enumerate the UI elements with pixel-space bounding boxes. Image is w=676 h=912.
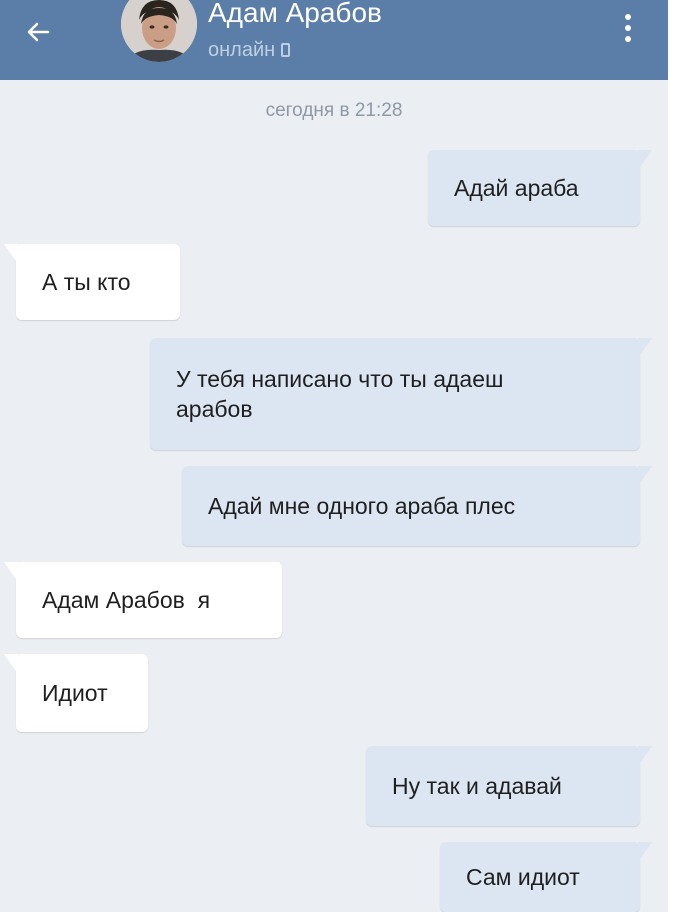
message-text: Адай мне одного араба плес [208,493,516,519]
message-text: Ну так и адавай [392,773,562,799]
more-vertical-icon [625,14,631,20]
message-text-line: У тебя написано что ты адаеш [176,366,504,392]
arrow-left-icon [27,22,50,42]
contact-name[interactable]: Адам Арабов [208,0,382,30]
message-text: У тебя написано что ты адаеш арабов [176,364,503,424]
message-bubble-incoming[interactable]: А ты кто [4,244,180,320]
date-separator: сегодня в 21:28 [265,100,403,121]
status-text: онлайн [208,39,276,61]
message-bubble-outgoing[interactable]: Адай араба [428,150,652,226]
message-text: Сам идиот [466,864,580,890]
message-bubble-outgoing[interactable]: Адай мне одного араба плес [182,466,652,546]
chat-header: Адам Арабов онлайн [0,0,668,80]
message-text: Адам Арабов я [42,587,211,613]
message-text-line: арабов [176,396,253,422]
message-bubble-outgoing[interactable]: Сам идиот [440,842,652,912]
avatar[interactable] [121,0,197,62]
screen-edge [668,0,676,912]
more-options-button[interactable] [612,8,644,48]
message-bubble-outgoing[interactable]: У тебя написано что ты адаеш арабов [150,338,652,450]
message-text: Идиот [42,680,108,706]
user-photo [121,0,197,62]
online-status: онлайн [208,38,291,62]
message-bubble-outgoing[interactable]: Ну так и адавай [366,746,652,826]
back-button[interactable] [18,12,58,52]
message-text: А ты кто [42,269,131,295]
message-bubble-incoming[interactable]: Идиот [4,654,148,732]
message-bubble-incoming[interactable]: Адам Арабов я [4,562,282,638]
message-text: Адай араба [454,175,579,201]
mobile-phone-icon [281,43,291,57]
